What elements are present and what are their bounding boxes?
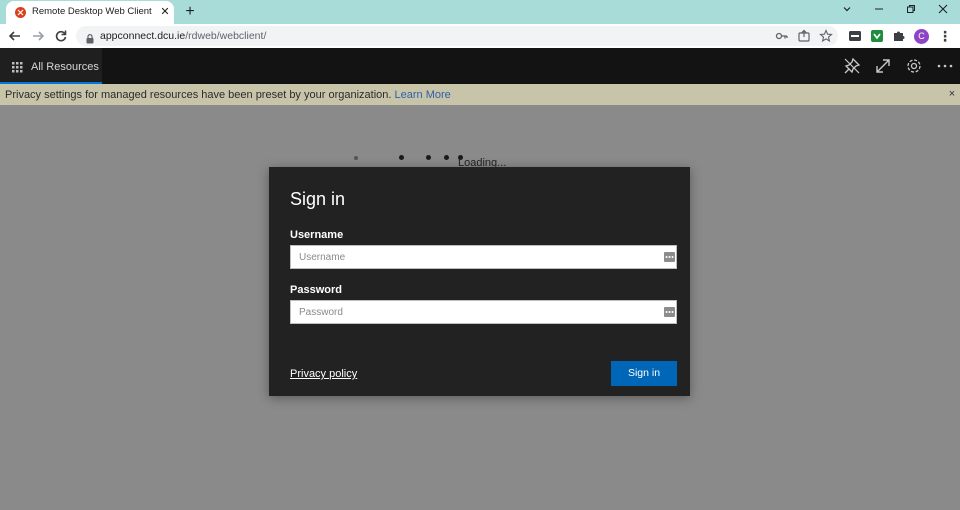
tab-search-icon[interactable] [834, 1, 860, 21]
fullscreen-icon[interactable] [874, 57, 892, 75]
tab-close-icon[interactable]: ✕ [158, 5, 172, 19]
tab-all-resources[interactable]: All Resources [0, 48, 102, 84]
back-arrow-icon[interactable] [6, 27, 24, 45]
pin-icon[interactable] [843, 57, 861, 75]
password-field [290, 300, 677, 324]
url-text: appconnect.dcu.ie/rdweb/webclient/ [100, 30, 266, 42]
reload-icon[interactable] [52, 27, 70, 45]
password-label: Password [290, 284, 342, 296]
url-host: appconnect.dcu.ie [100, 30, 186, 42]
browser-toolbar: appconnect.dcu.ie/rdweb/webclient/ C ⋮ [0, 24, 960, 48]
avatar[interactable]: C [914, 29, 929, 44]
privacy-banner: Privacy settings for managed resources h… [0, 84, 960, 105]
app-header: All Resources [0, 48, 960, 84]
restore-icon[interactable] [898, 1, 924, 21]
password-input[interactable] [291, 301, 651, 323]
learn-more-link[interactable]: Learn More [395, 89, 451, 101]
loading-dot [426, 155, 431, 160]
password-manager-icon[interactable] [664, 307, 675, 317]
username-input[interactable] [291, 246, 651, 268]
loading-dot [444, 155, 449, 160]
grid-icon [12, 60, 23, 73]
password-manager-icon[interactable] [664, 252, 675, 262]
settings-icon[interactable] [905, 57, 923, 75]
forward-arrow-icon[interactable] [29, 27, 47, 45]
sign-in-dialog: Sign in Username Password Privacy policy… [269, 167, 690, 396]
banner-close-icon[interactable]: × [946, 88, 958, 100]
close-window-icon[interactable] [930, 1, 956, 21]
username-field [290, 245, 677, 269]
lock-icon[interactable] [86, 31, 94, 49]
address-bar[interactable]: appconnect.dcu.ie/rdweb/webclient/ [76, 26, 838, 46]
more-vert-icon[interactable]: ⋮ [938, 27, 952, 45]
new-tab-button[interactable]: + [181, 3, 199, 21]
star-icon[interactable] [819, 29, 833, 43]
sign-in-button[interactable]: Sign in [611, 361, 677, 386]
username-label: Username [290, 229, 344, 241]
minimize-icon[interactable] [866, 1, 892, 21]
extension-icon[interactable] [848, 29, 862, 43]
shield-extension-icon[interactable] [870, 29, 884, 43]
privacy-policy-link[interactable]: Privacy policy [290, 368, 357, 380]
loading-dot [399, 155, 404, 160]
tab-label: All Resources [31, 61, 99, 73]
dialog-title: Sign in [290, 189, 346, 209]
share-icon[interactable] [797, 29, 811, 43]
loading-dot [354, 156, 358, 160]
tab-title: Remote Desktop Web Client [32, 6, 152, 17]
key-icon[interactable] [775, 29, 789, 43]
puzzle-icon[interactable] [892, 29, 906, 43]
rd-favicon-icon [15, 7, 26, 18]
browser-tab[interactable]: Remote Desktop Web Client ✕ [6, 1, 174, 24]
more-icon[interactable] [936, 57, 954, 75]
url-path: /rdweb/webclient/ [185, 30, 267, 42]
banner-text: Privacy settings for managed resources h… [5, 89, 451, 101]
banner-message: Privacy settings for managed resources h… [5, 89, 392, 101]
browser-tab-strip: Remote Desktop Web Client ✕ + [0, 0, 960, 24]
